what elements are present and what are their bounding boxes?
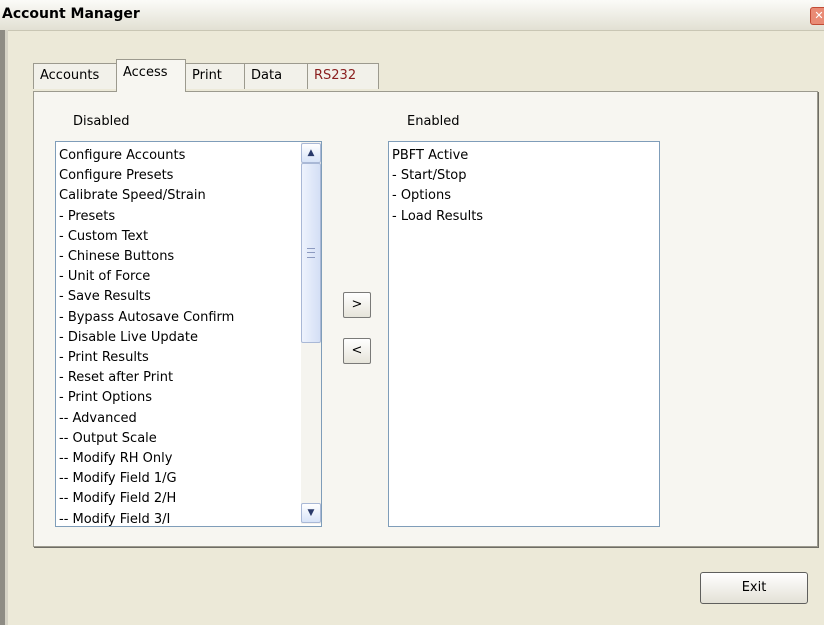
tab-print[interactable]: Print <box>185 63 245 89</box>
disabled-list-item[interactable]: Configure Accounts <box>59 146 234 166</box>
enabled-list-item[interactable]: - Options <box>392 186 483 206</box>
scroll-down-icon[interactable]: ▼ <box>301 503 321 523</box>
disabled-list-item[interactable]: -- Modify Field 1/G <box>59 469 234 489</box>
access-tab-panel: Disabled Enabled Configure Accounts Confi… <box>33 91 818 547</box>
scroll-thumb[interactable] <box>301 163 321 343</box>
disabled-list-item[interactable]: -- Modify Field 3/I <box>59 510 234 530</box>
disabled-list-item[interactable]: - Print Options <box>59 388 234 408</box>
tab-rs232[interactable]: RS232 <box>307 63 379 89</box>
disabled-list-item[interactable]: -- Output Scale <box>59 429 234 449</box>
remove-from-enabled-button[interactable]: < <box>343 338 371 364</box>
window-title: Account Manager <box>2 6 140 22</box>
disabled-list-item[interactable]: - Presets <box>59 207 234 227</box>
disabled-list-item[interactable]: -- Advanced <box>59 409 234 429</box>
add-to-enabled-button[interactable]: > <box>343 292 371 318</box>
window-frame-inner <box>5 30 8 625</box>
enabled-listbox[interactable]: PBFT Active - Start/Stop - Options - Load R… <box>388 141 660 527</box>
scroll-up-icon[interactable]: ▲ <box>301 143 321 163</box>
disabled-list-item[interactable]: - Chinese Buttons <box>59 247 234 267</box>
enabled-list-item[interactable]: PBFT Active <box>392 146 483 166</box>
exit-button[interactable]: Exit <box>700 572 808 604</box>
tab-access[interactable]: Access <box>116 59 186 92</box>
disabled-list-item[interactable]: - Save Results <box>59 287 234 307</box>
disabled-list-item[interactable]: - Reset after Print <box>59 368 234 388</box>
disabled-list-item[interactable]: -- Modify Field 2/H <box>59 489 234 509</box>
close-icon[interactable]: ✕ <box>810 7 824 25</box>
tab-bar: Accounts Access Print Data RS232 <box>33 59 393 92</box>
enabled-list-item[interactable]: - Start/Stop <box>392 166 483 186</box>
disabled-list-item[interactable]: - Bypass Autosave Confirm <box>59 308 234 328</box>
account-manager-window: Account Manager ✕ Accounts Access Print … <box>0 0 824 625</box>
disabled-list-item[interactable]: - Disable Live Update <box>59 328 234 348</box>
disabled-listbox[interactable]: Configure Accounts Configure Presets Calib… <box>55 141 322 527</box>
grip-icon <box>307 248 315 258</box>
enabled-list-item[interactable]: - Load Results <box>392 207 483 227</box>
disabled-label: Disabled <box>73 114 130 129</box>
disabled-list-item[interactable]: - Custom Text <box>59 227 234 247</box>
tab-accounts[interactable]: Accounts <box>33 63 117 89</box>
disabled-scrollbar[interactable]: ▲ ▼ <box>301 142 321 524</box>
disabled-list-item[interactable]: - Print Results <box>59 348 234 368</box>
title-bar[interactable]: Account Manager ✕ <box>0 0 824 31</box>
tab-data[interactable]: Data <box>244 63 308 89</box>
disabled-list-item[interactable]: -- Modify RH Only <box>59 449 234 469</box>
disabled-list-item[interactable]: - Unit of Force <box>59 267 234 287</box>
disabled-list-item[interactable]: Calibrate Speed/Strain <box>59 186 234 206</box>
enabled-label: Enabled <box>407 114 460 129</box>
disabled-list-item[interactable]: Configure Presets <box>59 166 234 186</box>
